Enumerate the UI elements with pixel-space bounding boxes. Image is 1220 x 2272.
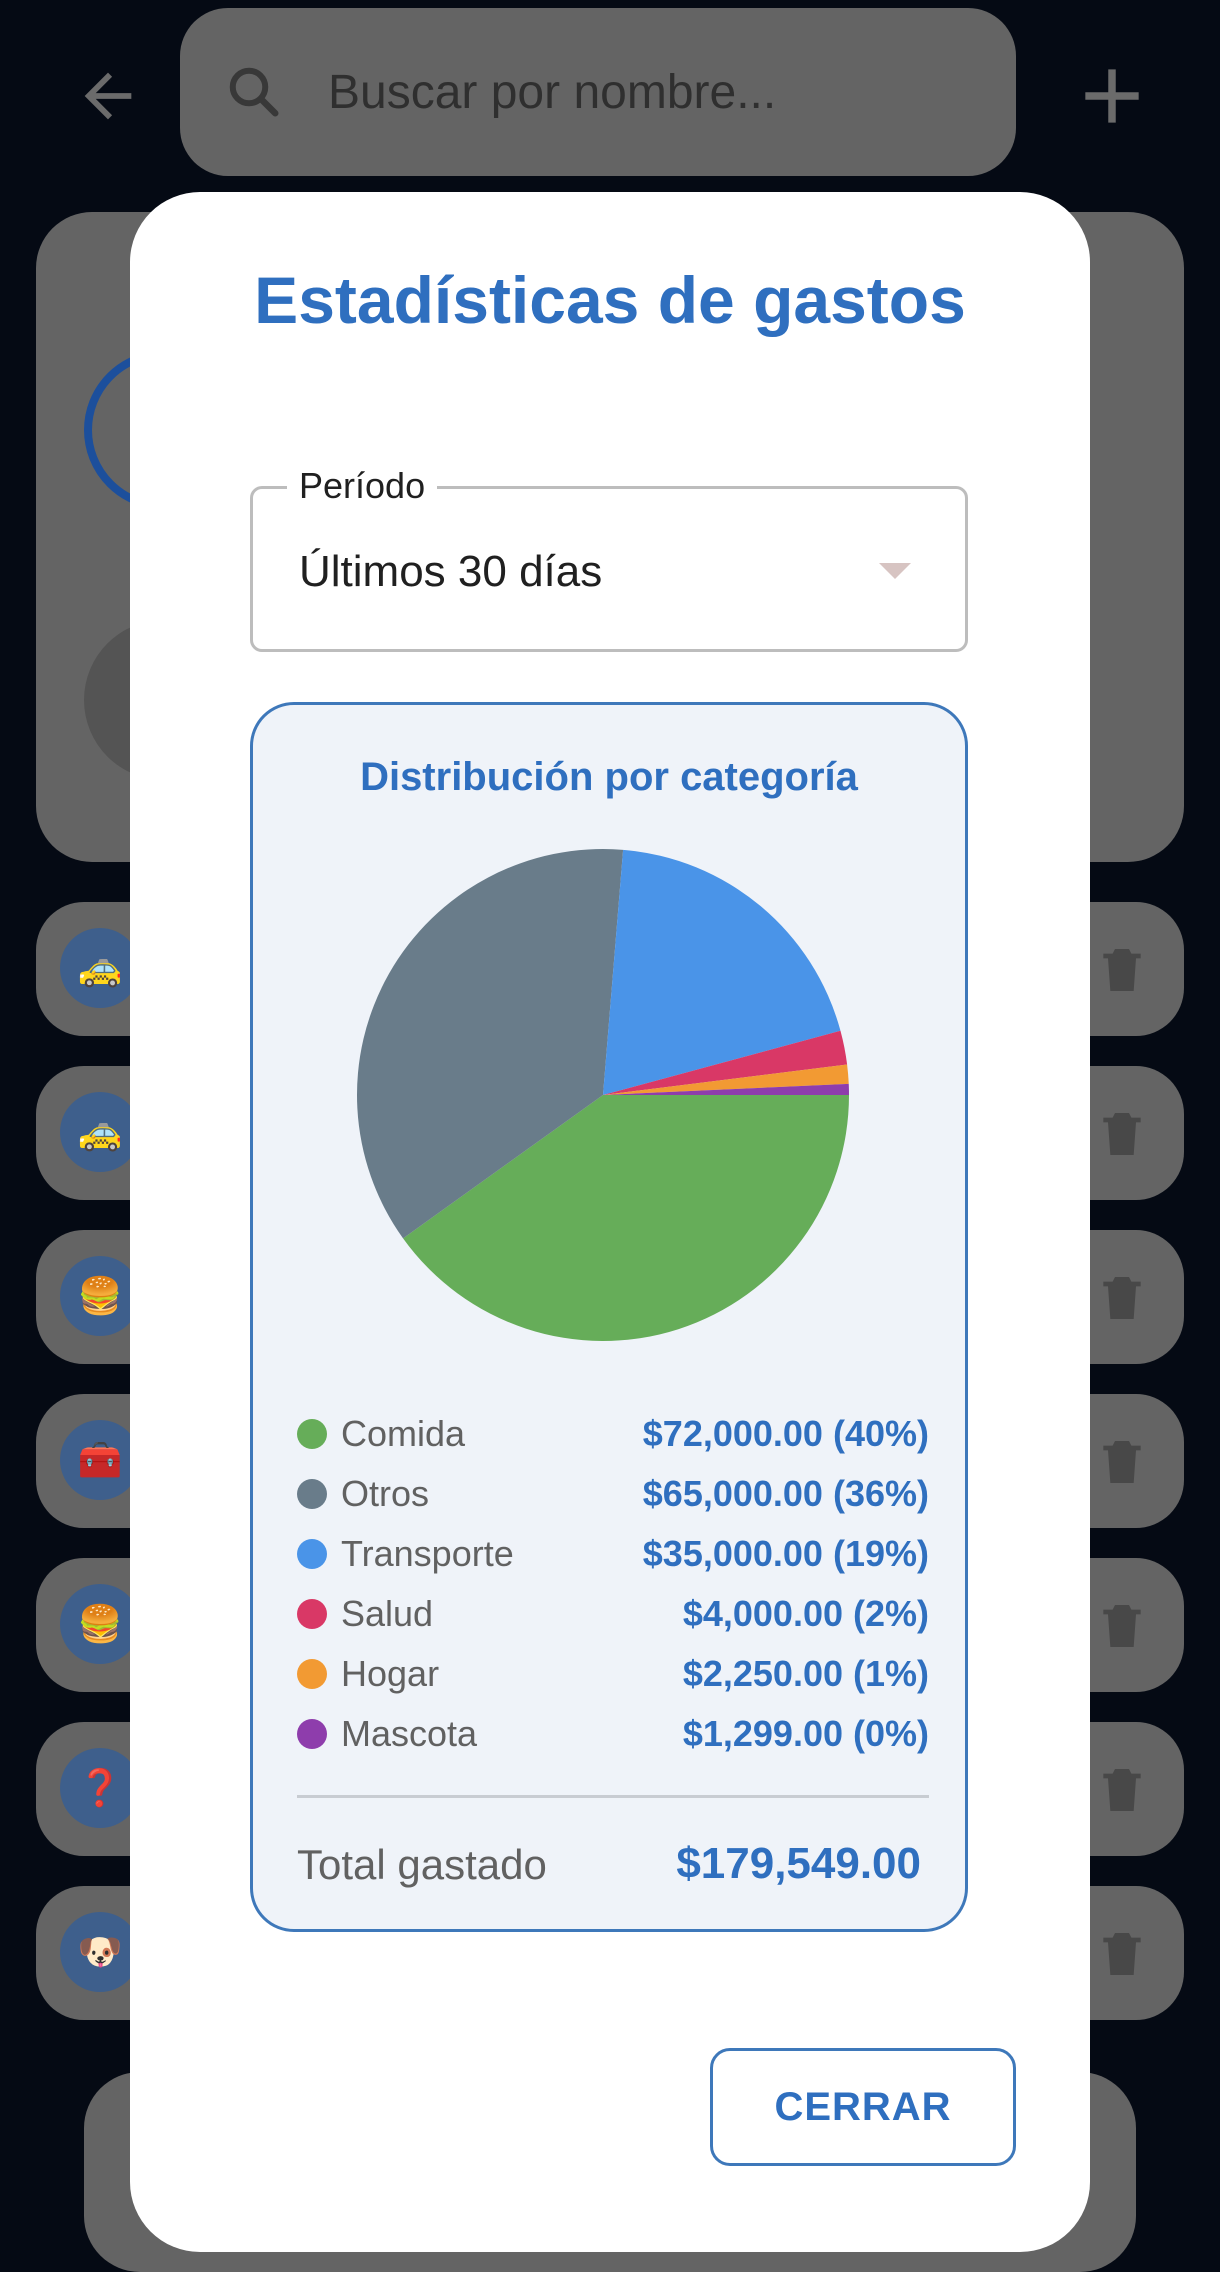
divider: [297, 1795, 929, 1798]
legend-label: Otros: [341, 1473, 430, 1514]
close-button[interactable]: CERRAR: [710, 2048, 1016, 2166]
trash-icon[interactable]: [1094, 1924, 1150, 1984]
period-label: Período: [287, 465, 438, 507]
legend-item: Mascota $1,299.00 (0%): [297, 1705, 929, 1765]
trash-icon[interactable]: [1094, 1104, 1150, 1164]
legend-item: Hogar $2,250.00 (1%): [297, 1645, 929, 1705]
dropdown-caret-icon: [879, 563, 911, 579]
category-chart-card: Distribución por categoría Comida $72,000…: [250, 702, 968, 1932]
legend-swatch: [297, 1539, 327, 1569]
plus-icon: [1085, 69, 1139, 123]
legend-swatch: [297, 1479, 327, 1509]
legend-label: Hogar: [341, 1653, 440, 1694]
legend-label: Comida: [341, 1413, 466, 1454]
legend-value: $1,299.00 (0%): [682, 1713, 929, 1754]
chart-title: Distribución por categoría: [360, 755, 858, 799]
category-avatar-icon: 🚕: [60, 928, 140, 1008]
legend-value: $2,250.00 (1%): [682, 1653, 929, 1694]
legend-swatch: [297, 1719, 327, 1749]
chart-legend: Comida $72,000.00 (40%) Otros $65,000.00 (3…: [297, 1405, 929, 1765]
arrow-back-icon: [84, 72, 132, 120]
trash-icon[interactable]: [1094, 940, 1150, 1000]
back-button[interactable]: [60, 48, 156, 144]
category-avatar-icon: 🍔: [60, 1584, 140, 1664]
category-avatar-icon: 🍔: [60, 1256, 140, 1336]
legend-label: Mascota: [341, 1713, 478, 1754]
legend-swatch: [297, 1659, 327, 1689]
statistics-dialog: Estadísticas de gastos Período Últimos 3…: [130, 192, 1090, 2252]
total-value: $179,549.00: [676, 1839, 921, 1888]
search-input[interactable]: [326, 63, 1016, 121]
legend-value: $4,000.00 (2%): [682, 1593, 929, 1634]
category-avatar-icon: 🚕: [60, 1092, 140, 1172]
search-bar[interactable]: [180, 8, 1016, 176]
add-button[interactable]: [1064, 48, 1160, 144]
legend-value: $72,000.00 (40%): [642, 1413, 929, 1454]
category-avatar-icon: 🐶: [60, 1912, 140, 1992]
legend-label: Transporte: [341, 1533, 514, 1574]
dialog-title: Estadísticas de gastos: [254, 263, 966, 337]
legend-item: Otros $65,000.00 (36%): [297, 1465, 929, 1525]
category-avatar-icon: 🧰: [60, 1420, 140, 1500]
trash-icon[interactable]: [1094, 1432, 1150, 1492]
trash-icon[interactable]: [1094, 1596, 1150, 1656]
legend-swatch: [297, 1419, 327, 1449]
legend-value: $65,000.00 (36%): [642, 1473, 929, 1514]
total-label: Total gastado: [297, 1841, 547, 1888]
legend-item: Transporte $35,000.00 (19%): [297, 1525, 929, 1585]
legend-swatch: [297, 1599, 327, 1629]
pie-chart: [357, 849, 849, 1341]
period-dropdown[interactable]: Período Últimos 30 días: [250, 465, 968, 652]
legend-label: Salud: [341, 1593, 434, 1634]
legend-item: Comida $72,000.00 (40%): [297, 1405, 929, 1465]
trash-icon[interactable]: [1094, 1268, 1150, 1328]
trash-icon[interactable]: [1094, 1760, 1150, 1820]
period-value: Últimos 30 días: [299, 547, 603, 596]
legend-item: Salud $4,000.00 (2%): [297, 1585, 929, 1645]
legend-value: $35,000.00 (19%): [642, 1533, 929, 1574]
search-icon: [229, 67, 279, 117]
category-avatar-icon: ❓: [60, 1748, 140, 1828]
